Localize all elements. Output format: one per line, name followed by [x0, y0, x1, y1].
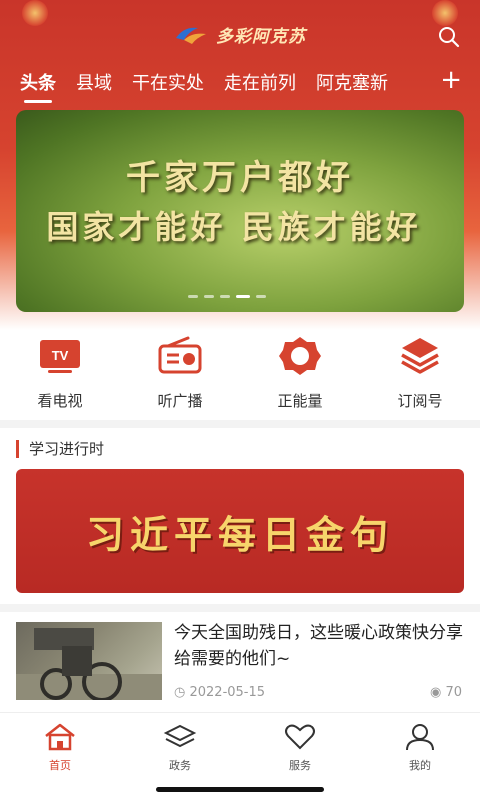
news-thumbnail — [16, 622, 162, 700]
logo-text: 多彩阿克苏 — [216, 27, 306, 47]
news-date-text: 2022-05-15 — [189, 685, 266, 700]
gov-icon — [163, 724, 197, 748]
search-icon[interactable] — [438, 26, 460, 48]
wheelchair-photo — [16, 628, 162, 700]
heart-icon — [285, 724, 315, 750]
home-indicator[interactable] — [156, 787, 324, 792]
tab-county[interactable]: 县域 — [76, 69, 112, 95]
section-accent-bar — [16, 439, 19, 458]
home-icon — [45, 723, 75, 751]
carousel-dot — [204, 295, 214, 298]
add-channel-button[interactable]: + — [440, 64, 462, 96]
quick-link-radio[interactable]: 听广播 — [120, 336, 240, 411]
user-icon — [406, 724, 434, 751]
quick-link-tv[interactable]: TV 看电视 — [0, 336, 120, 411]
news-item[interactable]: 今天全国助残日，这些暖心政策快分享给需要的他们~ ◷ 2022-05-15 ◉ … — [16, 620, 464, 702]
quick-link-subscribe[interactable]: 订阅号 — [360, 336, 480, 411]
bottom-nav: 首页 政务 服务 我的 — [0, 712, 480, 779]
radio-icon — [158, 336, 202, 374]
nav-label: 首页 — [49, 759, 71, 772]
carousel-dot — [188, 295, 198, 298]
carousel-dot — [220, 295, 230, 298]
tab-lead[interactable]: 走在前列 — [224, 69, 296, 95]
eye-icon: ◉ — [429, 685, 442, 700]
nav-label: 政务 — [169, 759, 191, 772]
svg-text:TV: TV — [52, 348, 69, 363]
quick-link-label: 看电视 — [37, 392, 83, 410]
section-divider — [0, 420, 480, 428]
banner-line-2: 国家才能好 民族才能好 — [46, 208, 422, 246]
study-card[interactable]: 习近平每日金句 — [16, 469, 464, 593]
quick-link-label: 订阅号 — [397, 392, 443, 410]
study-card-text: 习近平每日金句 — [85, 512, 394, 557]
section-header: 学习进行时 — [16, 438, 104, 459]
nav-service[interactable]: 服务 — [240, 713, 360, 779]
quick-link-energy[interactable]: 正能量 — [240, 336, 360, 411]
news-views: ◉ 70 — [430, 685, 462, 700]
tab-headline[interactable]: 头条 — [20, 69, 56, 103]
logo-icon — [176, 27, 206, 44]
section-divider — [0, 604, 480, 612]
banner-line-1: 千家万户都好 — [126, 158, 354, 198]
nav-label: 服务 — [289, 759, 311, 772]
quick-links: TV 看电视 听广播 正能量 订阅号 — [0, 336, 480, 411]
flower-icon — [279, 337, 321, 375]
tab-work[interactable]: 干在实处 — [132, 69, 204, 95]
news-views-count: 70 — [445, 685, 462, 700]
banner-carousel[interactable]: 千家万户都好 国家才能好 民族才能好 — [16, 110, 464, 312]
tv-icon: TV — [40, 340, 80, 373]
nav-label: 我的 — [409, 759, 431, 772]
news-title: 今天全国助残日，这些暖心政策快分享给需要的他们~ — [174, 623, 463, 669]
quick-link-label: 正能量 — [277, 392, 323, 410]
carousel-dot-active — [236, 295, 250, 298]
section-title: 学习进行时 — [29, 440, 105, 458]
app-logo: 多彩阿克苏 — [0, 22, 480, 47]
tab-akesai[interactable]: 阿克塞新 — [316, 69, 388, 95]
nav-gov[interactable]: 政务 — [120, 713, 240, 779]
carousel-indicator — [188, 295, 266, 298]
layers-icon — [401, 338, 439, 374]
channel-tabs: 头条 县域 干在实处 走在前列 阿克塞新 — [0, 66, 480, 103]
quick-link-label: 听广播 — [157, 392, 203, 410]
carousel-dot — [256, 295, 266, 298]
nav-mine[interactable]: 我的 — [360, 713, 480, 779]
clock-icon: ◷ — [174, 685, 186, 700]
nav-home[interactable]: 首页 — [0, 713, 120, 779]
news-date: ◷ 2022-05-15 — [174, 685, 265, 700]
